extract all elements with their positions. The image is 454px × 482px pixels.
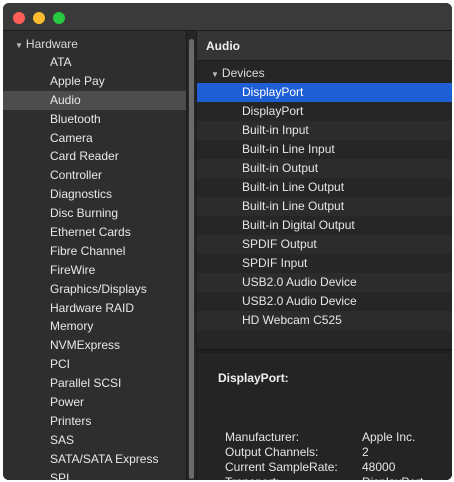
close-button[interactable] — [13, 12, 25, 24]
zoom-button[interactable] — [53, 12, 65, 24]
sidebar-list: ATA Apple Pay Audio Bluetooth Camera Card Rea… — [3, 53, 186, 480]
sidebar-item[interactable]: FireWire — [3, 261, 186, 280]
detail-key: Current SampleRate: — [225, 460, 338, 474]
sidebar-item[interactable]: Printers — [3, 412, 186, 431]
detail-key: Output Channels: — [225, 445, 319, 459]
detail-value: DisplayPort — [362, 475, 423, 480]
devices-group[interactable]: ▼ Devices — [197, 64, 452, 83]
device-list-item[interactable]: SPDIF Output — [197, 235, 452, 254]
sidebar-item[interactable]: Hardware RAID — [3, 299, 186, 318]
disclosure-triangle-icon[interactable]: ▼ — [15, 41, 23, 50]
sidebar: ▼ Hardware ATA Apple Pay Audio Bluetooth Came… — [3, 31, 186, 480]
sidebar-item[interactable]: SAS — [3, 431, 186, 450]
device-list-item[interactable]: SPDIF Input — [197, 254, 452, 273]
device-list: ▼ Devices DisplayPort DisplayPort Built-in … — [197, 64, 452, 330]
device-list-item[interactable]: USB2.0 Audio Device — [197, 292, 452, 311]
device-list-item[interactable]: Built-in Line Output — [197, 178, 452, 197]
detail-key: Manufacturer: — [225, 430, 300, 444]
sidebar-item[interactable]: Disc Burning — [3, 204, 186, 223]
device-list-item[interactable]: Built-in Line Output — [197, 197, 452, 216]
device-list-item[interactable]: USB2.0 Audio Device — [197, 273, 452, 292]
disclosure-triangle-icon[interactable]: ▼ — [211, 70, 219, 79]
sidebar-item[interactable]: Controller — [3, 166, 186, 185]
detail-title: DisplayPort: — [218, 371, 289, 385]
section-title: Audio — [197, 31, 452, 61]
sidebar-item[interactable]: Parallel SCSI — [3, 374, 186, 393]
sidebar-item[interactable]: Apple Pay — [3, 72, 186, 91]
sidebar-item[interactable]: SPI — [3, 469, 186, 480]
device-list-item[interactable]: Built-in Digital Output — [197, 216, 452, 235]
device-list-item[interactable]: Built-in Input — [197, 121, 452, 140]
sidebar-item[interactable]: Diagnostics — [3, 185, 186, 204]
minimize-button[interactable] — [33, 12, 45, 24]
sidebar-item[interactable]: SATA/SATA Express — [3, 450, 186, 469]
devices-group-label: Devices — [221, 66, 265, 80]
device-items: DisplayPort DisplayPort Built-in Input Buil… — [197, 83, 452, 330]
sidebar-item[interactable]: Audio — [3, 90, 186, 110]
sidebar-item[interactable]: Graphics/Displays — [3, 280, 186, 299]
sidebar-item[interactable]: NVMExpress — [3, 336, 186, 355]
sidebar-item[interactable]: Memory — [3, 317, 186, 336]
main-panel: Audio ▼ Devices DisplayPort DisplayPort Bui… — [197, 31, 452, 480]
title-bar — [3, 3, 452, 31]
device-list-item[interactable]: DisplayPort — [197, 83, 452, 102]
device-list-item[interactable]: HD Webcam C525 — [197, 311, 452, 330]
device-list-item[interactable]: Built-in Line Input — [197, 140, 452, 159]
detail-value: Apple Inc. — [362, 430, 416, 444]
sidebar-item[interactable]: Camera — [3, 129, 186, 148]
sidebar-header-label: Hardware — [25, 37, 78, 51]
detail-value: 2 — [362, 445, 369, 459]
system-information-window: ▼ Hardware ATA Apple Pay Audio Bluetooth Came… — [3, 3, 452, 480]
sidebar-header-hardware[interactable]: ▼ Hardware — [15, 35, 78, 53]
sidebar-item[interactable]: PCI — [3, 355, 186, 374]
detail-key: Transport: — [225, 475, 365, 480]
detail-pane: DisplayPort: Manufacturer: Apple Inc. Outp… — [197, 353, 452, 480]
sidebar-item[interactable]: Fibre Channel — [3, 242, 186, 261]
device-list-item[interactable]: DisplayPort — [197, 102, 452, 121]
sidebar-item[interactable]: Power — [3, 393, 186, 412]
sidebar-item[interactable]: Card Reader — [3, 147, 186, 166]
sidebar-scrollbar[interactable] — [186, 31, 197, 480]
detail-value: 48000 — [362, 460, 396, 474]
device-list-item[interactable]: Built-in Output — [197, 159, 452, 178]
sidebar-item[interactable]: ATA — [3, 53, 186, 72]
sidebar-item[interactable]: Ethernet Cards — [3, 223, 186, 242]
sidebar-item[interactable]: Bluetooth — [3, 110, 186, 129]
scrollbar-thumb[interactable] — [189, 39, 194, 479]
